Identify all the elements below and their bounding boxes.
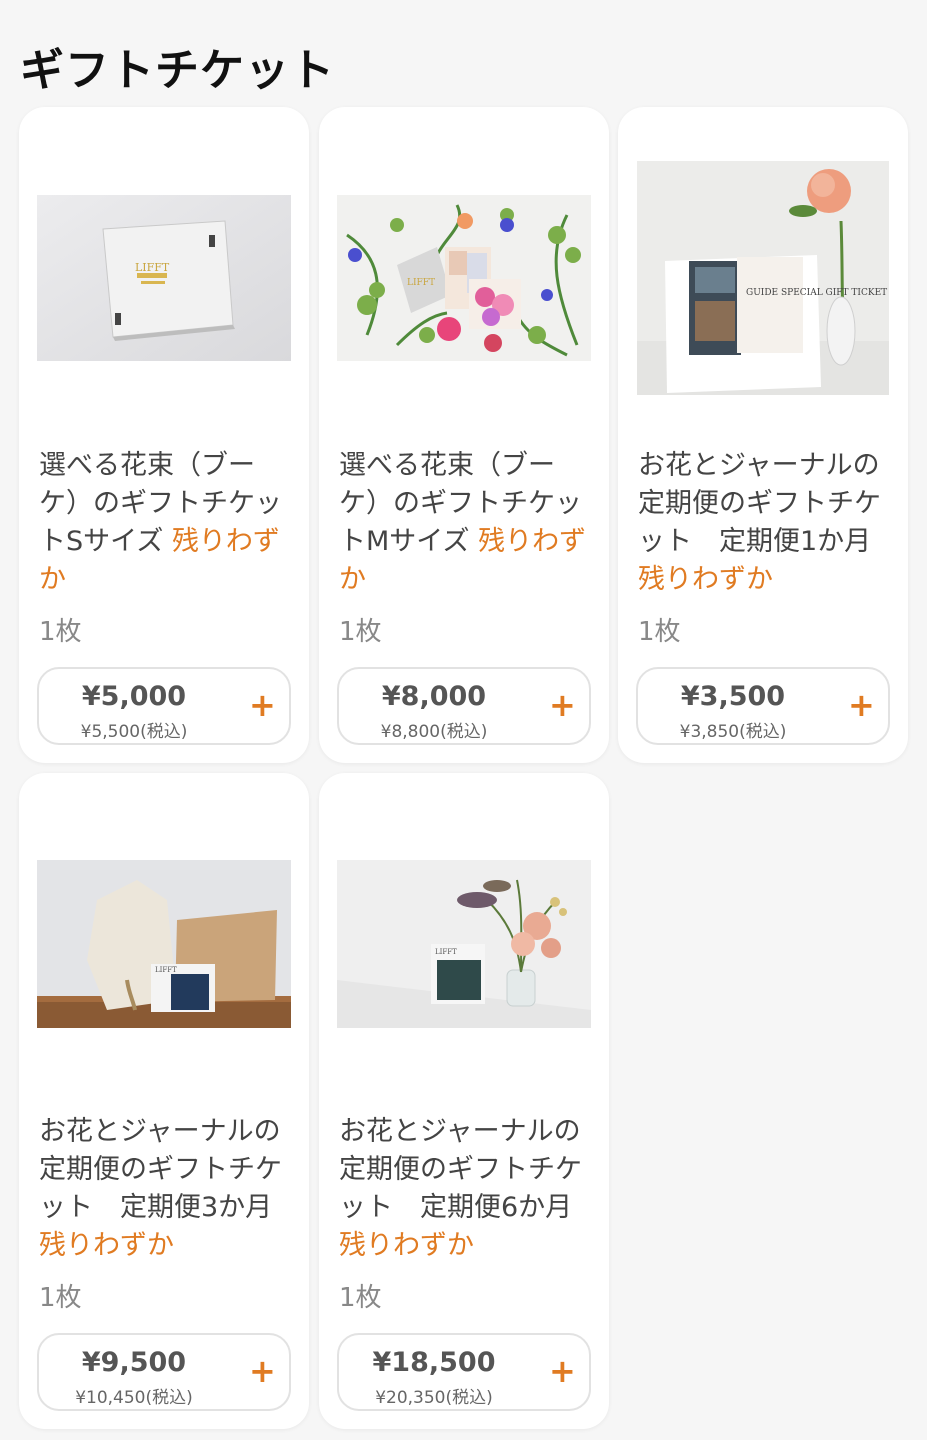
product-title: 選べる花束（ブーケ）のギフトチケットSサイズ 残りわずか bbox=[39, 447, 295, 599]
image-guide-text: GUIDE SPECIAL GIFT TICKET bbox=[746, 288, 887, 298]
image-brand-text: LIFFT bbox=[435, 948, 457, 956]
product-card[interactable]: GUIDE SPECIAL GIFT TICKET お花とジャーナルの定期便のギ… bbox=[618, 107, 908, 763]
product-image: GUIDE SPECIAL GIFT TICKET bbox=[637, 161, 889, 395]
image-brand-text: LIFFT bbox=[135, 261, 170, 274]
product-card[interactable]: LIFFT お花とジャーナルの定期便のギフトチケット 定期便3か月 残りわずか … bbox=[19, 773, 309, 1429]
price: ¥3,500 bbox=[680, 681, 786, 712]
product-card[interactable]: LIFFT 選べる花束（ブーケ）のギフトチケットSサイズ 残りわずか 1枚 ¥5… bbox=[19, 107, 309, 763]
plus-icon[interactable]: + bbox=[249, 687, 276, 723]
product-quantity: 1枚 bbox=[339, 617, 382, 647]
product-quantity: 1枚 bbox=[39, 1283, 82, 1313]
product-title-text: お花とジャーナルの定期便のギフトチケット 定期便6か月 bbox=[339, 1116, 582, 1223]
gift-ticket-page: ギフトチケット LIFFT 選べる花束（ブーケ）のギフトチケットSサイズ 残りわ… bbox=[0, 0, 927, 1440]
plus-icon[interactable]: + bbox=[848, 687, 875, 723]
price-tax-included: ¥8,800(税込) bbox=[380, 722, 488, 742]
product-image: LIFFT bbox=[337, 860, 591, 1028]
price-tax-included: ¥10,450(税込) bbox=[75, 1388, 193, 1408]
add-to-cart-button[interactable]: ¥18,500 ¥20,350(税込) + bbox=[337, 1333, 591, 1411]
price: ¥5,000 bbox=[81, 681, 187, 712]
product-quantity: 1枚 bbox=[39, 617, 82, 647]
low-stock-badge: 残りわずか bbox=[638, 564, 773, 595]
low-stock-badge: 残りわずか bbox=[39, 1230, 174, 1261]
product-title: お花とジャーナルの定期便のギフトチケット 定期便1か月 残りわずか bbox=[638, 447, 894, 599]
add-to-cart-button[interactable]: ¥9,500 ¥10,450(税込) + bbox=[37, 1333, 291, 1411]
price-tax-included: ¥3,850(税込) bbox=[679, 722, 787, 742]
price: ¥18,500 bbox=[372, 1347, 496, 1378]
price: ¥8,000 bbox=[381, 681, 487, 712]
price: ¥9,500 bbox=[81, 1347, 187, 1378]
plus-icon[interactable]: + bbox=[249, 1353, 276, 1389]
product-title: お花とジャーナルの定期便のギフトチケット 定期便6か月 残りわずか bbox=[339, 1113, 595, 1265]
product-title-text: お花とジャーナルの定期便のギフトチケット 定期便1か月 bbox=[638, 450, 881, 557]
product-card[interactable]: LIFFT お花とジャーナルの定期便のギフトチケット 定期便6か月 残りわずか bbox=[319, 773, 609, 1429]
plus-icon[interactable]: + bbox=[549, 1353, 576, 1389]
add-to-cart-button[interactable]: ¥8,000 ¥8,800(税込) + bbox=[337, 667, 591, 745]
low-stock-badge: 残りわずか bbox=[339, 1230, 474, 1261]
price-tax-included: ¥5,500(税込) bbox=[80, 722, 188, 742]
add-to-cart-button[interactable]: ¥5,000 ¥5,500(税込) + bbox=[37, 667, 291, 745]
product-card[interactable]: LIFFT 選べる花束（ブーケ）のギフトチケットMサイズ 残りわずか 1枚 ¥8… bbox=[319, 107, 609, 763]
plus-icon[interactable]: + bbox=[549, 687, 576, 723]
image-brand-text: LIFFT bbox=[155, 966, 177, 974]
product-quantity: 1枚 bbox=[339, 1283, 382, 1313]
product-image: LIFFT bbox=[37, 195, 291, 361]
product-title: 選べる花束（ブーケ）のギフトチケットMサイズ 残りわずか bbox=[339, 447, 595, 599]
product-title-text: お花とジャーナルの定期便のギフトチケット 定期便3か月 bbox=[39, 1116, 282, 1223]
product-image: LIFFT bbox=[337, 195, 591, 361]
product-image: LIFFT bbox=[37, 860, 291, 1028]
page-title: ギフトチケット bbox=[20, 45, 335, 96]
image-brand-text: LIFFT bbox=[407, 278, 435, 288]
price-tax-included: ¥20,350(税込) bbox=[375, 1388, 493, 1408]
product-title: お花とジャーナルの定期便のギフトチケット 定期便3か月 残りわずか bbox=[39, 1113, 295, 1265]
add-to-cart-button[interactable]: ¥3,500 ¥3,850(税込) + bbox=[636, 667, 890, 745]
product-quantity: 1枚 bbox=[638, 617, 681, 647]
